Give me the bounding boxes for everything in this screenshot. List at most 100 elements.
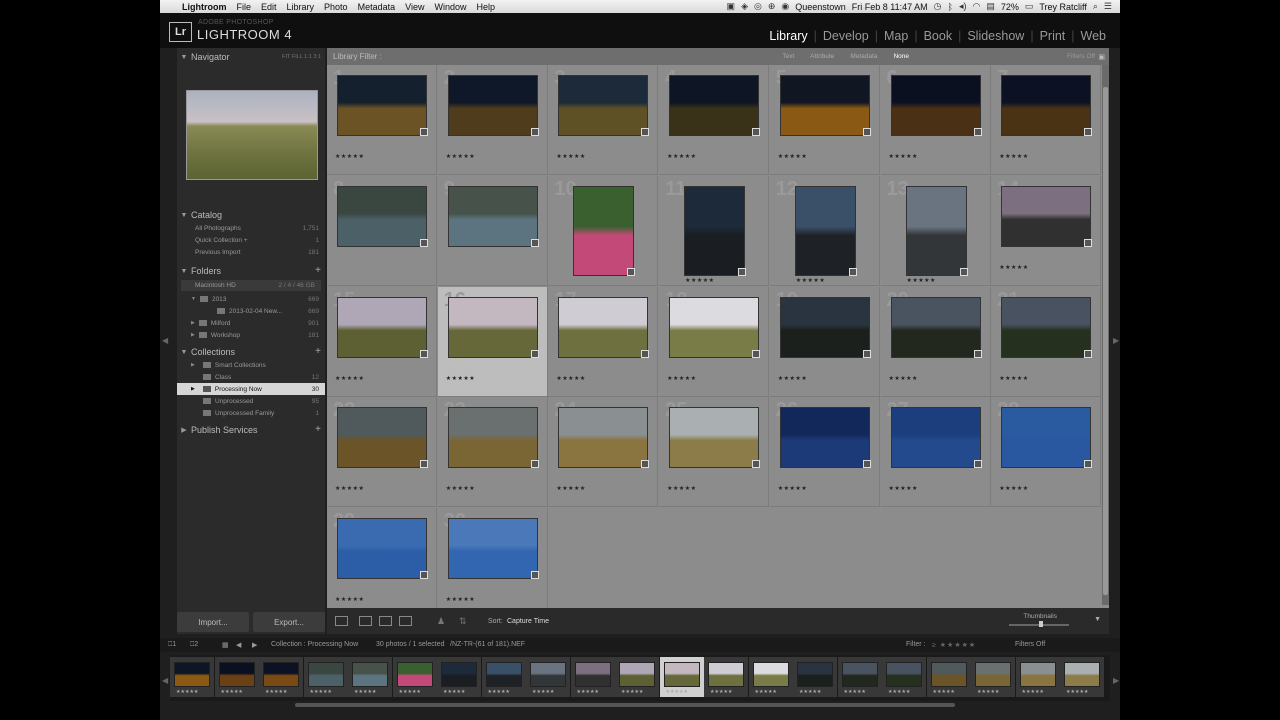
filmstrip-item[interactable]: ★★★★★ [1060,657,1104,697]
filmstrip-thumbnail[interactable] [752,662,789,687]
photo-thumbnail[interactable] [890,407,981,469]
app-menu[interactable]: Lightroom [182,2,227,12]
photo-thumbnail[interactable] [1001,296,1092,358]
filmstrip-thumbnail[interactable] [797,662,833,687]
filmstrip-thumbnail[interactable] [218,662,255,687]
lock-icon[interactable]: ▣ [1098,53,1105,61]
photo-thumbnail[interactable] [669,407,760,469]
grid-cell[interactable]: 13 ★★★★★ [880,175,991,286]
folder-item-milford[interactable]: ▶ Milford 901 [177,317,325,329]
forward-arrow-icon[interactable]: ▶ [252,641,257,649]
filmstrip-thumbnail[interactable] [441,662,477,687]
export-button[interactable]: Export... [253,612,325,632]
filmstrip-left-arrow-icon[interactable]: ◀ [162,676,168,685]
back-arrow-icon[interactable]: ◀ [236,641,241,649]
filmstrip-item[interactable]: ★★★★★ [437,657,481,697]
star-rating[interactable]: ★★★★★ [667,375,696,382]
photo-thumbnail[interactable] [779,296,870,358]
module-web[interactable]: Web [1075,29,1112,43]
filter-attribute[interactable]: Attribute [810,53,834,60]
menu-window[interactable]: Window [434,2,466,12]
photo-thumbnail[interactable] [558,75,649,136]
star-rating[interactable]: ★★★★★ [999,264,1028,271]
filmstrip-item[interactable]: ★★★★★ [570,657,615,697]
collection-unprocessed[interactable]: Unprocessed 95 [177,395,325,407]
module-print[interactable]: Print [1034,29,1072,43]
grid-icon[interactable]: ▦ [222,641,229,649]
filmstrip-right-arrow-icon[interactable]: ▶ [1113,676,1119,685]
photo-thumbnail[interactable] [447,296,538,358]
filmstrip-thumbnail[interactable] [307,662,344,687]
filmstrip-item[interactable]: ★★★★★ [793,657,837,697]
filmstrip-thumbnail[interactable] [975,662,1011,687]
collapse-triangle-icon[interactable]: ▼ [177,268,191,275]
star-rating[interactable]: ★★★★★ [446,596,475,603]
photo-thumbnail[interactable] [684,185,746,276]
star-rating[interactable]: ★★★★★ [778,485,807,492]
bluetooth-icon[interactable]: ᛒ [948,2,953,12]
navigator-zoom-options[interactable]: FIT FILL 1:1 3:1 [282,54,321,60]
grid-cell[interactable]: 11 ★★★★★ [659,175,770,286]
grid-cell[interactable]: 29★★★★★ [327,508,437,608]
clock-label[interactable]: Fri Feb 8 11:47 AM [852,2,928,12]
filter-stars[interactable]: ≥ ★★★★★ [932,641,976,649]
menu-metadata[interactable]: Metadata [358,2,396,12]
module-develop[interactable]: Develop [817,29,875,43]
star-rating[interactable]: ★★★★★ [335,485,364,492]
photo-thumbnail[interactable] [1001,185,1092,247]
collection-class[interactable]: Class 12 [177,371,325,383]
location-icon[interactable]: ◉ [781,1,789,12]
photo-thumbnail[interactable] [794,185,856,276]
grid-cell[interactable]: 10 [548,175,659,286]
star-rating[interactable]: ★★★★★ [889,485,918,492]
module-slideshow[interactable]: Slideshow [961,29,1030,43]
navigator-preview[interactable] [186,90,318,180]
photo-thumbnail[interactable] [337,185,427,247]
expand-triangle-icon[interactable]: ▼ [191,296,196,302]
expand-triangle-icon[interactable]: ▶ [191,386,195,392]
star-rating[interactable]: ★★★★★ [778,153,807,160]
filter-text[interactable]: Text [782,53,794,60]
filmstrip-item[interactable]: ★★★★★ [526,657,570,697]
filmstrip-filters-dropdown[interactable]: Filters Off [1015,641,1045,648]
star-rating[interactable]: ★★★★★ [667,153,696,160]
timemachine-icon[interactable]: ◷ [934,1,942,12]
secondary-display-1-icon[interactable]: ⎕1 [168,641,176,649]
filmstrip-item[interactable]: ★★★★★ [259,657,303,697]
collection-unprocessed-family[interactable]: Unprocessed Family 1 [177,407,325,419]
collapse-triangle-icon[interactable]: ▼ [177,54,191,61]
add-folder-icon[interactable]: + [315,265,321,276]
filmstrip-item[interactable]: ★★★★★ [926,657,971,697]
photo-thumbnail[interactable] [669,75,760,136]
filter-none[interactable]: None [893,53,909,60]
filmstrip-thumbnail[interactable] [174,662,210,687]
filter-metadata[interactable]: Metadata [850,53,877,60]
filmstrip-item[interactable]: ★★★★★ [748,657,793,697]
catalog-item-all-photographs[interactable]: All Photographs 1,751 [177,222,325,234]
photo-thumbnail[interactable] [447,185,538,247]
collection-source[interactable]: Collection : Processing Now [271,641,358,648]
filmstrip-item[interactable]: ★★★★★ [971,657,1015,697]
filmstrip-thumbnail[interactable] [663,662,700,687]
left-panel-toggle-icon[interactable]: ◀ [162,336,168,345]
globe-icon[interactable]: ⊕ [768,1,776,12]
folder-volume[interactable]: Macintosh HD 2 / 4 / 46 GB [181,280,321,291]
star-rating[interactable]: ★★★★★ [446,375,475,382]
spotlight-search-icon[interactable]: ⌕ [1093,1,1098,12]
grid-scrollbar[interactable] [1102,65,1109,605]
filmstrip-item[interactable]: ★★★★★ [303,657,348,697]
grid-cell[interactable]: 14★★★★★ [991,175,1102,286]
grid-cell[interactable]: 5★★★★★ [769,65,880,175]
photo-thumbnail[interactable] [337,407,427,469]
filmstrip-item[interactable]: ★★★★★ [481,657,526,697]
menu-view[interactable]: View [405,2,424,12]
star-rating[interactable]: ★★★★★ [999,485,1028,492]
filmstrip-item[interactable]: ★★★★★ [170,657,214,697]
grid-cell[interactable]: 3★★★★★ [548,65,659,175]
grid-cell[interactable]: 4★★★★★ [659,65,770,175]
grid-cell[interactable]: 26★★★★★ [769,397,880,508]
folder-item-2013-02-04[interactable]: 2013-02-04 New... 669 [177,305,325,317]
grid-cell[interactable]: 21★★★★★ [991,286,1102,397]
notification-list-icon[interactable]: ☰ [1104,1,1112,12]
user-menu[interactable]: Trey Ratcliff [1039,2,1087,12]
